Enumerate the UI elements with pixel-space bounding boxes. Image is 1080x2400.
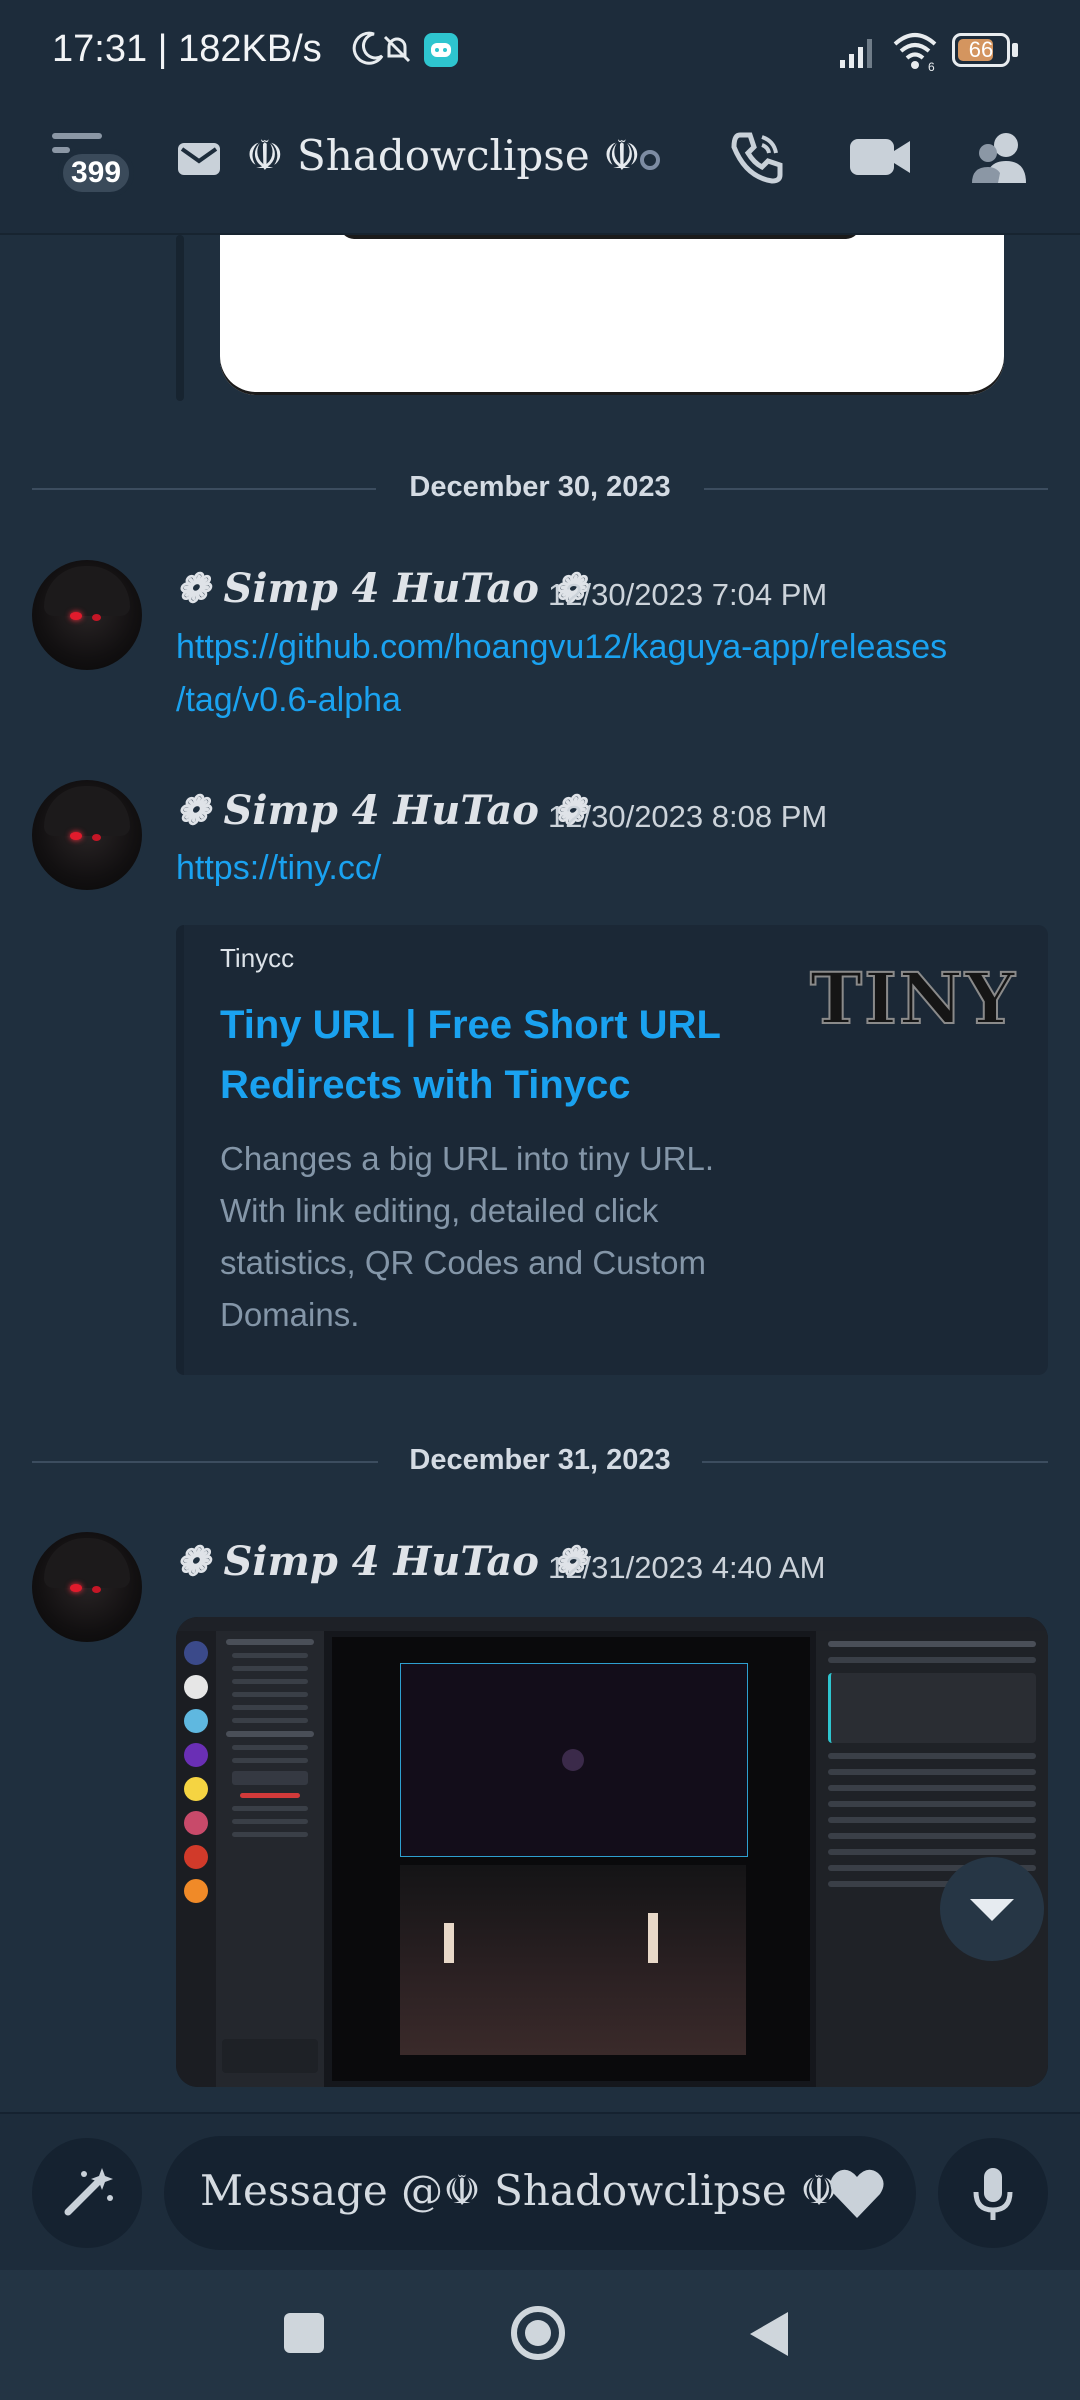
members-icon[interactable] — [970, 131, 1030, 185]
message-link[interactable]: https://tiny.cc/ — [176, 841, 381, 895]
magic-wand-icon — [64, 2168, 113, 2216]
status-offline-indicator — [640, 150, 660, 170]
message-link[interactable]: https://github.com/hoangvu12/kaguya-app/… — [176, 620, 947, 674]
image-attachment[interactable] — [220, 235, 1004, 395]
battery-level: 66 — [968, 37, 994, 62]
avatar[interactable] — [32, 1532, 142, 1642]
embed-title[interactable]: Tiny URL | Free Short URL Redirects with… — [220, 995, 760, 1115]
back-button[interactable] — [746, 2308, 792, 2360]
embed-border — [176, 235, 184, 401]
date-divider-label: December 31, 2023 — [409, 1444, 671, 1476]
microphone-icon — [973, 2168, 1013, 2220]
jump-to-latest-button[interactable] — [940, 1857, 1044, 1961]
embed-thumbnail-logo[interactable]: TINY — [809, 956, 1017, 1041]
date-divider-line — [702, 1461, 1048, 1463]
username[interactable]: ❁ Simp 4 HuTao ❁ — [176, 787, 586, 834]
timestamp: 12/30/2023 7:04 PM — [548, 577, 828, 612]
signal-icon — [840, 39, 872, 68]
system-nav-bar — [0, 2270, 1080, 2400]
voice-message-button[interactable] — [938, 2138, 1048, 2248]
date-divider-line — [32, 1461, 378, 1463]
date-divider-label: December 30, 2023 — [409, 471, 671, 503]
home-button[interactable] — [508, 2303, 568, 2363]
embed-description: Changes a big URL into tiny URL. With li… — [220, 1140, 715, 1333]
apps-button[interactable] — [32, 2138, 142, 2248]
chevron-down-icon — [970, 1899, 1014, 1921]
channel-header: 399 ☫ Shadowclipse ☫ — [0, 105, 1080, 235]
date-divider-line — [704, 488, 1048, 490]
bell-off-icon — [383, 35, 411, 63]
message-list[interactable]: December 30, 2023 ❁ Simp 4 HuTao ❁ 12/30… — [0, 235, 1080, 2115]
screenshot-server-rail — [176, 1631, 216, 2087]
embed-provider[interactable]: Tinycc — [220, 943, 294, 974]
message-link-continued[interactable]: /tag/v0.6-alpha — [176, 673, 401, 727]
username[interactable]: ❁ Simp 4 HuTao ❁ — [176, 565, 586, 612]
battery-cap — [1012, 43, 1018, 57]
image-attachment-edge — [340, 235, 860, 239]
avatar[interactable] — [32, 560, 142, 670]
message-composer: Message @☫ Shadowclipse ☫ — [0, 2112, 1080, 2270]
embed-border — [176, 925, 184, 1375]
notification-badge[interactable]: 399 — [58, 149, 134, 197]
screenshot-video-area — [332, 1637, 810, 2081]
screenshot-titlebar — [176, 1617, 1048, 1631]
call-icon[interactable] — [726, 127, 786, 187]
timestamp: 12/31/2023 4:40 AM — [548, 1550, 826, 1585]
screenshot-attachment[interactable] — [176, 1617, 1048, 2087]
heart-icon[interactable] — [828, 2166, 886, 2220]
username[interactable]: ❁ Simp 4 HuTao ❁ — [176, 1538, 586, 1585]
timestamp: 12/30/2023 8:08 PM — [548, 799, 828, 834]
mail-icon[interactable] — [176, 139, 222, 179]
status-bar: 17:31 | 182KB/s 6 66 — [0, 0, 1080, 105]
avatar[interactable] — [32, 780, 142, 890]
network-label: 6 — [928, 60, 935, 72]
status-time: 17:31 | 182KB/s — [52, 28, 322, 70]
message-placeholder[interactable]: Message @☫ Shadowclipse ☫ — [200, 2166, 838, 2215]
channel-name[interactable]: ☫ Shadowclipse ☫ — [246, 131, 641, 180]
discord-icon — [424, 33, 458, 67]
date-divider-line — [32, 488, 376, 490]
battery-icon: 66 — [952, 33, 1010, 67]
wifi-icon: 6 — [893, 33, 937, 72]
video-icon[interactable] — [848, 135, 912, 179]
recents-button[interactable] — [284, 2313, 324, 2353]
screenshot-channel-list — [216, 1631, 324, 2087]
